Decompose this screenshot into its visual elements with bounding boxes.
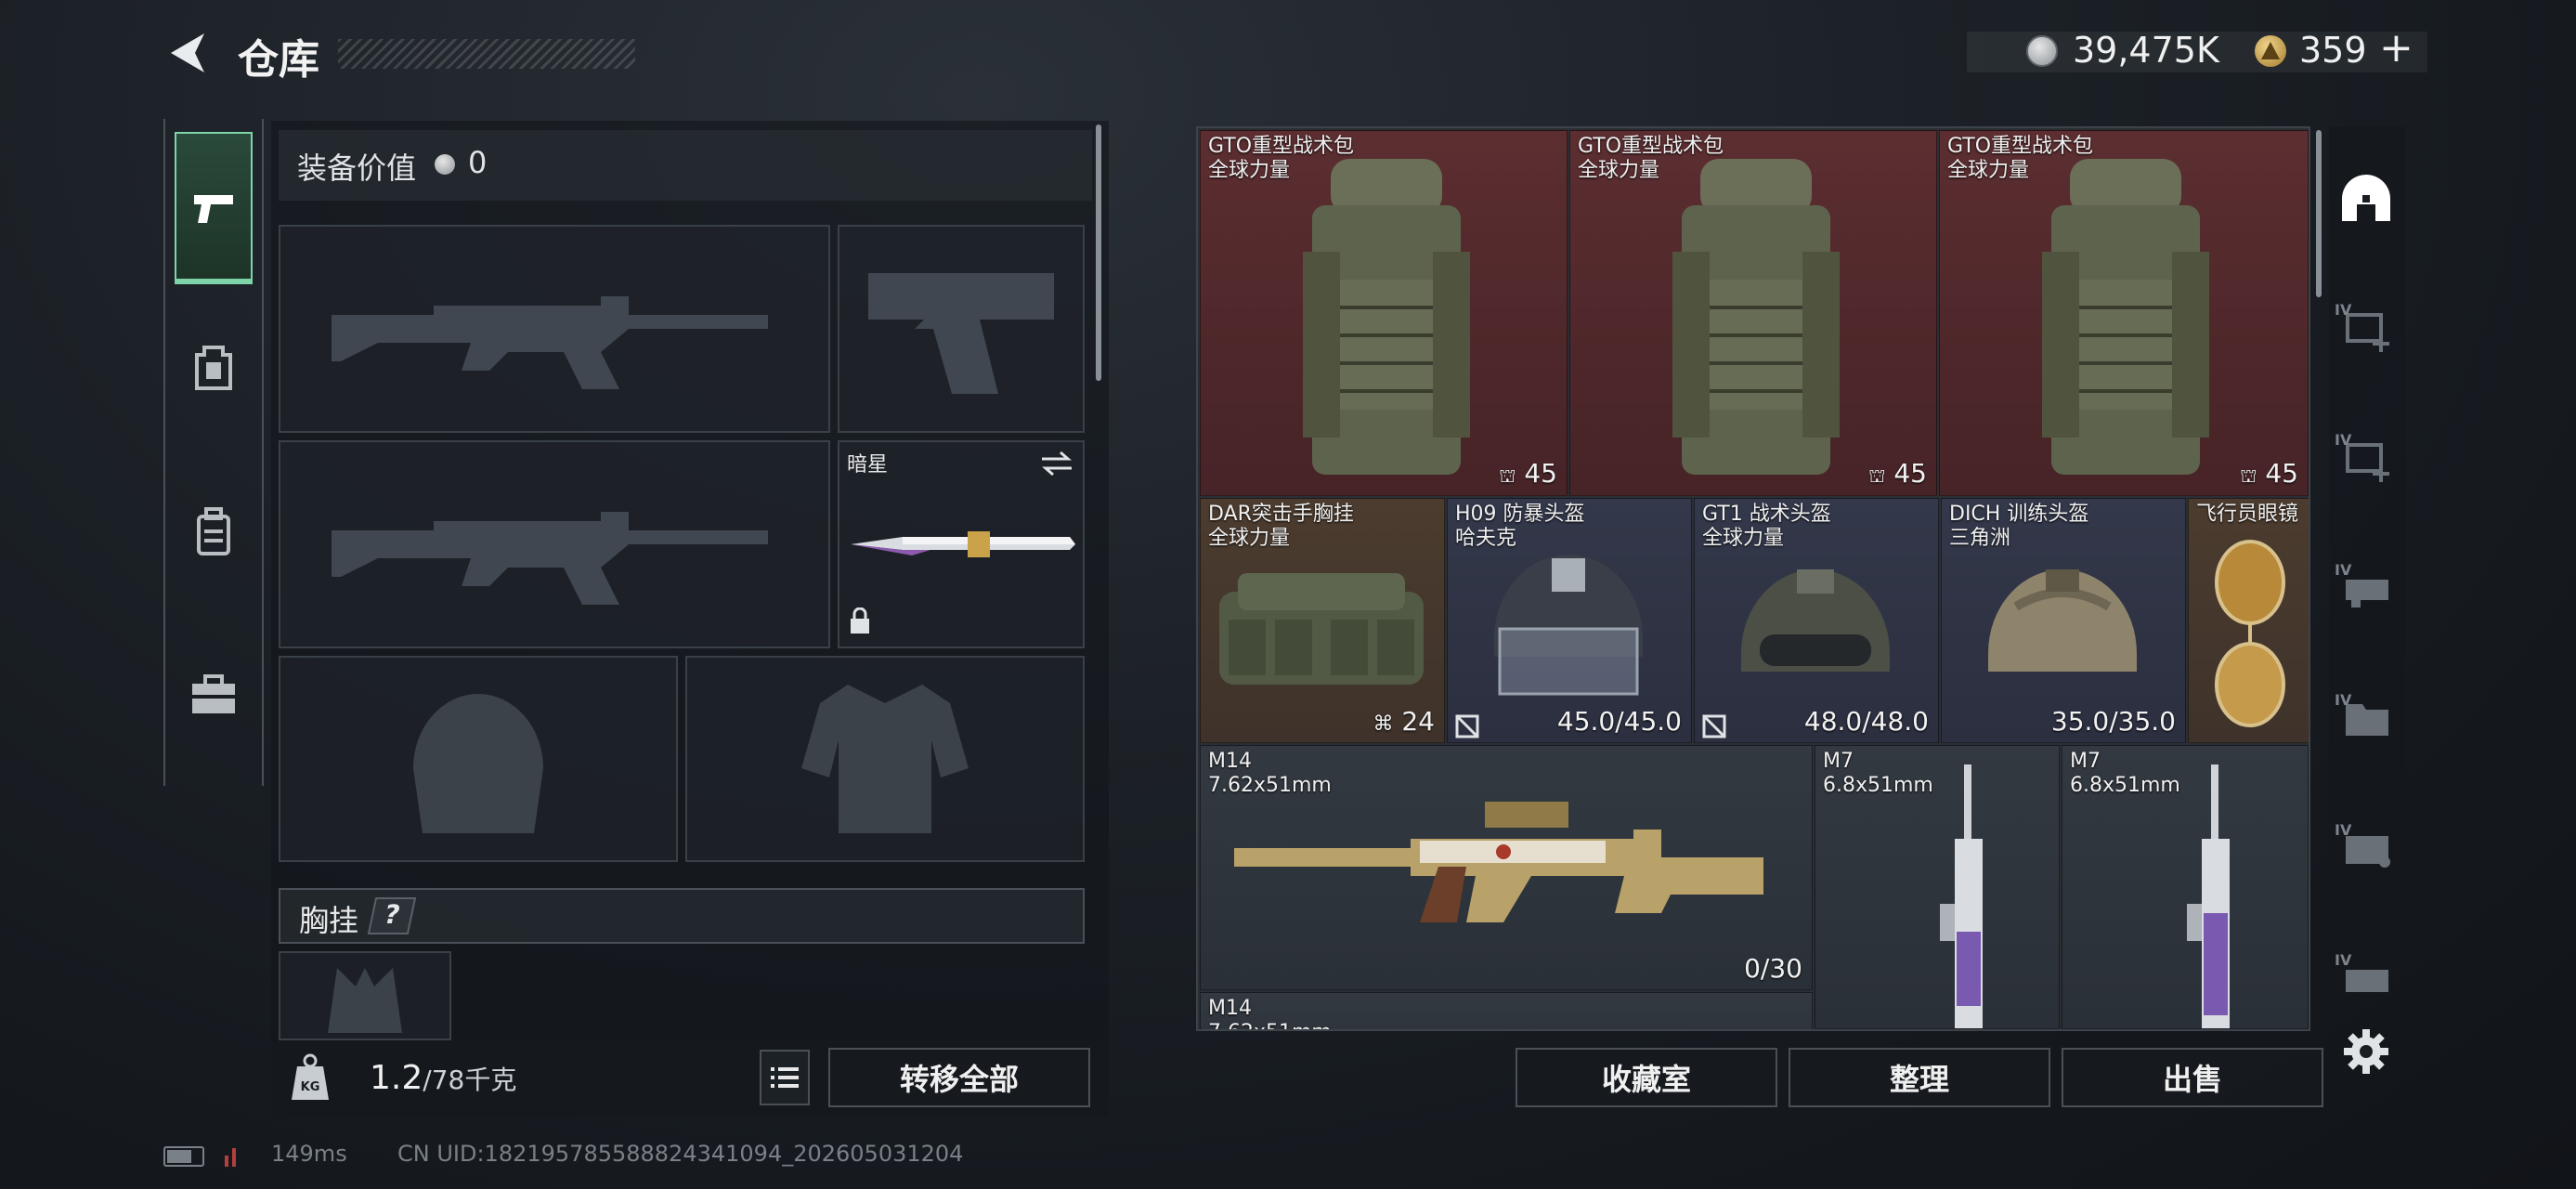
title-decoration: [338, 39, 635, 69]
currency-coin-value: 39,475K: [2073, 30, 2219, 71]
currency-triangle-value: 359: [2299, 30, 2367, 71]
sell-button[interactable]: 出售: [2062, 1048, 2323, 1107]
backpack-icon: [197, 507, 230, 555]
primary-weapon-slot[interactable]: [279, 225, 830, 433]
vest-silhouette-icon: [328, 968, 402, 1033]
list-icon: [771, 1067, 799, 1088]
item-m7-rifle-1[interactable]: M7 6.8x51mm: [1815, 745, 2060, 1029]
item-gto-backpack-2[interactable]: GTO重型战术包 全球力量 ⛫ 45: [1569, 130, 1937, 496]
list-view-button[interactable]: [760, 1050, 810, 1105]
chest-rig-slot[interactable]: [279, 951, 451, 1040]
rifle-silhouette-icon-2: [332, 512, 768, 605]
user-uid: CN UID:18219578558882434109​4_2026050312…: [397, 1141, 964, 1167]
stash-tab-4[interactable]: IV: [2331, 678, 2401, 760]
gear-icon: [2344, 1029, 2388, 1074]
stash-tab-3[interactable]: IV: [2331, 548, 2401, 630]
coin-icon: [2026, 35, 2058, 67]
back-arrow-icon: [171, 33, 204, 72]
m14-rifle-image: [1234, 802, 1763, 922]
tactical-helmet-image: [1741, 569, 1890, 672]
transfer-all-button[interactable]: 转移全部: [828, 1048, 1090, 1107]
ping-value: 149ms: [271, 1141, 347, 1167]
stash-tab-1[interactable]: IV: [2331, 288, 2401, 370]
backpack-image: [1672, 159, 1840, 475]
page-title: 仓库: [238, 36, 319, 84]
item-m14-rifle[interactable]: M14 7.62x51mm 0/30: [1200, 745, 1813, 990]
item-dar-chest-rig[interactable]: DAR突击手胸挂 全球力量 ⌘ 24: [1200, 498, 1445, 743]
item-h09-riot-helmet[interactable]: H09 防暴头盔 哈夫克 45.0/45.0: [1447, 498, 1692, 743]
help-button[interactable]: ?: [367, 897, 417, 934]
stash-tab-main[interactable]: [2331, 156, 2401, 238]
nav-tab-weapons[interactable]: [175, 132, 253, 284]
nav-tab-backpack[interactable]: [184, 502, 243, 561]
stash-scrollbar[interactable]: [2316, 130, 2322, 297]
item-m14-rifle-2[interactable]: M14 7.62x51mm: [1200, 992, 1813, 1029]
stash-home-icon: [2342, 175, 2390, 221]
helmet-armor-icon: [195, 346, 232, 390]
m7-rifle-image: [2187, 764, 2230, 1028]
melee-slot[interactable]: 暗星: [838, 440, 1085, 648]
chest-rig-image: [1219, 573, 1424, 685]
pistol-icon: [194, 195, 233, 223]
armor-silhouette-icon: [801, 685, 969, 833]
backpack-image: [1303, 159, 1470, 475]
item-gto-backpack-1[interactable]: GTO重型战术包 全球力量 ⛫ 45: [1200, 130, 1568, 496]
swap-icon[interactable]: [1040, 450, 1073, 477]
nav-tab-toolbox[interactable]: [184, 665, 243, 725]
helmet-slot[interactable]: [279, 656, 678, 862]
loadout-scrollbar[interactable]: [1096, 124, 1101, 381]
add-currency-button[interactable]: +: [2379, 24, 2413, 72]
melee-name: 暗星: [847, 453, 889, 477]
organize-button[interactable]: 整理: [1789, 1048, 2050, 1107]
capacity-icon: ⛫: [1499, 464, 1516, 487]
stash-tab-6[interactable]: IV: [2331, 938, 2401, 1020]
equipment-value-label: 装备价值: [297, 150, 417, 186]
item-dich-training-helmet[interactable]: DICH 训练头盔 三角洲 35.0/35.0: [1941, 498, 2186, 743]
secondary-weapon-slot[interactable]: [279, 440, 830, 648]
coin-icon-small: [435, 154, 455, 175]
item-m7-rifle-2[interactable]: M7 6.8x51mm: [2062, 745, 2309, 1029]
nav-tab-weapons-indicator: [175, 279, 253, 284]
knife-icon: [851, 531, 1075, 557]
capacity-icon: ⛫: [1868, 464, 1886, 487]
toolbox-icon: [192, 674, 235, 713]
m7-rifle-image: [1940, 764, 1983, 1028]
riot-helmet-image: [1494, 555, 1643, 696]
svg-text:KG: KG: [301, 1080, 320, 1094]
slots-icon: ⌘: [1373, 712, 1394, 736]
stash-tab-5[interactable]: IV: [2331, 808, 2401, 890]
battery-icon: [163, 1146, 204, 1167]
item-aviator-glasses[interactable]: 飞行员眼镜: [2188, 498, 2309, 743]
durability-icon: [1702, 714, 1726, 738]
capacity-icon: ⛫: [2240, 464, 2257, 487]
pistol-silhouette-icon: [868, 273, 1054, 394]
settings-button[interactable]: [2342, 1027, 2390, 1076]
training-helmet-image: [1988, 569, 2137, 672]
durability-icon: [1455, 714, 1479, 738]
item-gt1-tactical-helmet[interactable]: GT1 战术头盔 全球力量 48.0/48.0: [1694, 498, 1939, 743]
item-gto-backpack-3[interactable]: GTO重型战术包 全球力量 ⛫ 45: [1939, 130, 2309, 496]
chest-rig-label: 胸挂: [299, 903, 359, 938]
weight-icon: KG: [290, 1053, 331, 1102]
collection-room-button[interactable]: 收藏室: [1516, 1048, 1777, 1107]
equipment-value: 0: [468, 145, 488, 180]
stash-tab-2[interactable]: IV: [2331, 418, 2401, 500]
rifle-silhouette-icon: [332, 296, 768, 389]
pistol-slot[interactable]: [838, 225, 1085, 433]
back-button[interactable]: [163, 28, 210, 78]
weight-current: 1.2: [370, 1059, 423, 1097]
nav-tab-gear[interactable]: [184, 338, 243, 398]
weight-value: 1.2/78千克: [370, 1059, 516, 1097]
armor-slot[interactable]: [685, 656, 1085, 862]
lock-icon: [851, 608, 869, 634]
signal-icon: [223, 1146, 240, 1167]
weight-max: /78千克: [423, 1065, 517, 1095]
helmet-silhouette-icon: [413, 694, 543, 833]
backpack-image: [2042, 159, 2209, 475]
stash-grid: GTO重型战术包 全球力量 ⛫ 45 GTO重型战术包 全球力量 ⛫ 45 GT…: [1196, 126, 2310, 1031]
triangle-coin-icon: [2255, 35, 2286, 67]
glasses-image: [2215, 540, 2285, 727]
